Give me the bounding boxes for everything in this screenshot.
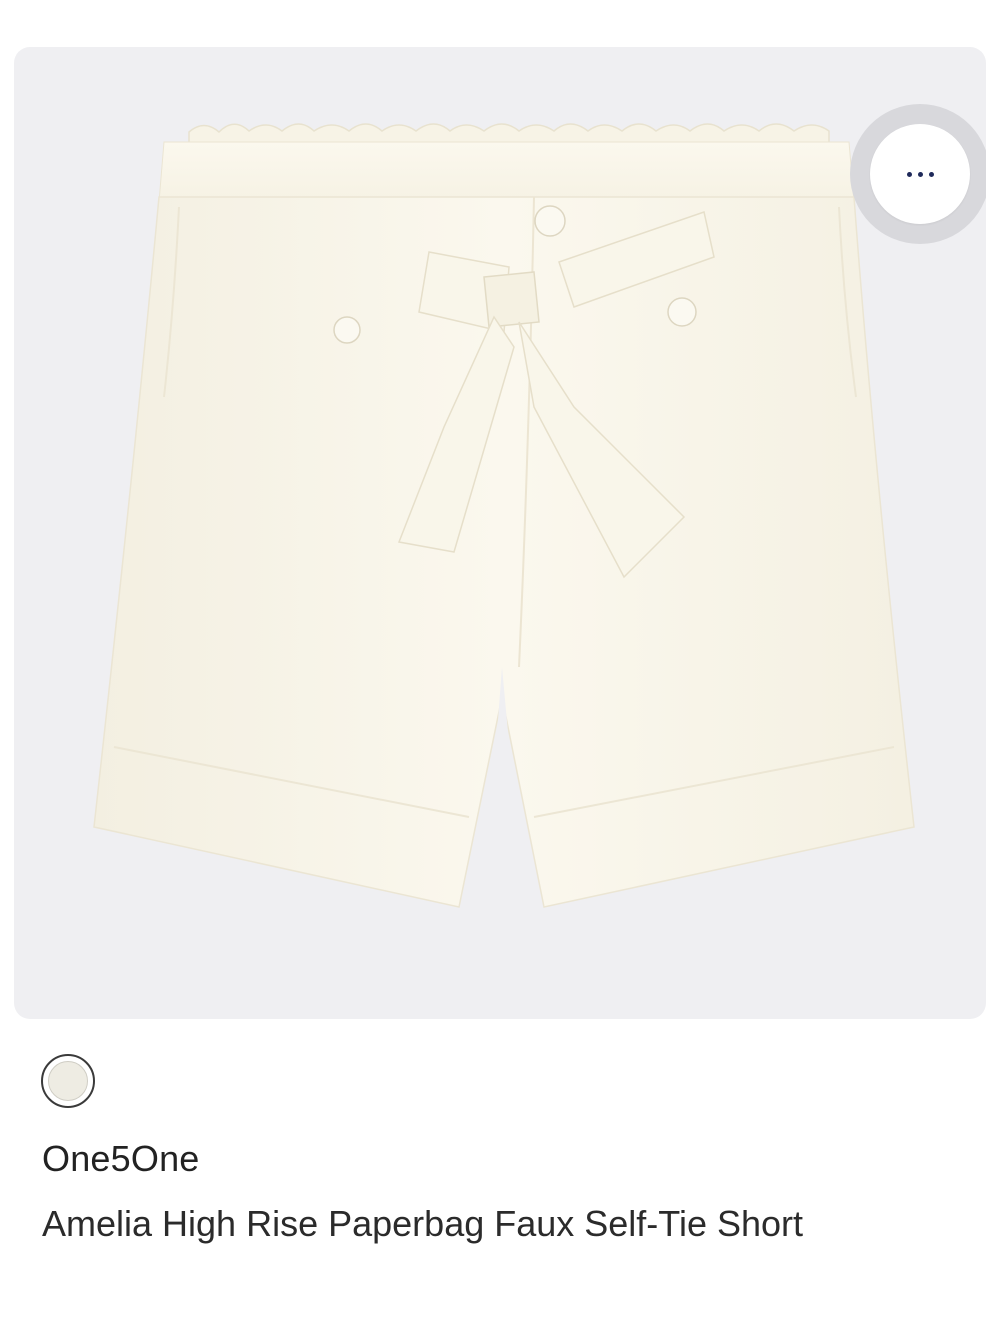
shorts-image bbox=[93, 123, 915, 908]
brand-name: One5One bbox=[42, 1138, 200, 1179]
color-swatch[interactable] bbox=[41, 1054, 95, 1108]
color-swatch-fill bbox=[48, 1061, 88, 1101]
product-name[interactable]: Amelia High Rise Paperbag Faux Self-Tie … bbox=[42, 1198, 842, 1250]
product-image-container[interactable] bbox=[14, 47, 986, 1019]
more-options-icon bbox=[906, 171, 934, 177]
product-card[interactable]: One5One Amelia High Rise Paperbag Faux S… bbox=[0, 0, 1000, 1333]
more-options-ring bbox=[850, 104, 986, 244]
more-options-button[interactable] bbox=[870, 124, 970, 224]
